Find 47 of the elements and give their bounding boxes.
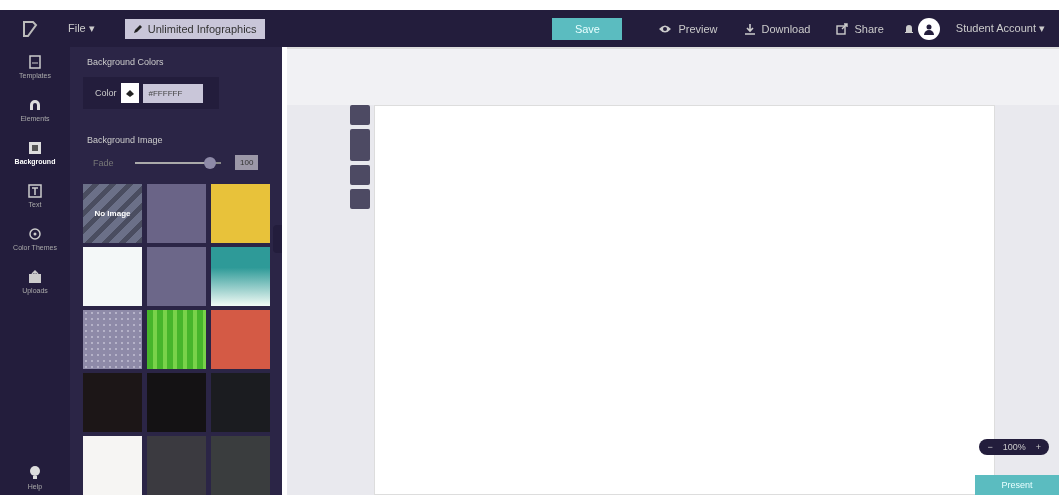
zoom-in-button[interactable]: + [1035,442,1041,452]
upload-icon [27,269,43,285]
layout-icon [27,54,43,70]
background-tile[interactable] [147,184,206,243]
user-menu[interactable]: Student Account ▾ [949,21,1051,36]
fade-value: 100 [235,155,259,170]
avatar-icon[interactable] [917,17,940,40]
background-tile[interactable] [147,373,206,432]
background-tile[interactable] [83,247,142,306]
field-label: Color [95,88,117,98]
section-title: Background Image [87,135,164,145]
file-menu[interactable]: File ▾ [62,21,101,36]
share-icon [836,22,849,35]
zoom-value: 100% [1002,442,1026,452]
background-tile[interactable] [83,436,142,495]
pencil-icon [132,23,143,34]
collapse-tab[interactable] [273,225,282,253]
background-tile[interactable] [211,247,270,306]
square-icon [27,140,43,156]
download-icon [743,22,756,35]
eye-icon [658,23,673,34]
bell-icon[interactable] [903,22,914,35]
background-tile[interactable] [211,436,270,495]
upgrade-button[interactable]: Unlimited Infographics [124,18,265,39]
background-tile[interactable] [83,373,142,432]
background-tile[interactable] [83,310,142,369]
hex-field[interactable]: #FFFFFF [142,83,203,103]
download-button[interactable]: Download [737,21,817,36]
background-tile[interactable] [211,310,270,369]
canvas-page[interactable] [374,105,995,495]
text-icon [27,183,43,199]
slider-label: Fade [93,157,115,168]
background-tile[interactable] [147,310,206,369]
logo-icon [22,19,38,38]
background-tile[interactable] [147,247,206,306]
zoom-out-button[interactable]: − [987,442,993,452]
background-tile[interactable]: No Image [83,184,142,243]
share-button[interactable]: Share [830,21,890,36]
preview-button[interactable]: Preview [652,21,724,36]
circle-icon [27,226,43,242]
lightbulb-icon [28,465,42,481]
color-swatch[interactable] [120,83,139,103]
arch-icon [27,97,43,113]
background-tile[interactable] [211,184,270,243]
section-title: Background Colors [87,57,165,67]
slider-thumb[interactable] [203,156,216,169]
background-tile[interactable] [211,373,270,432]
